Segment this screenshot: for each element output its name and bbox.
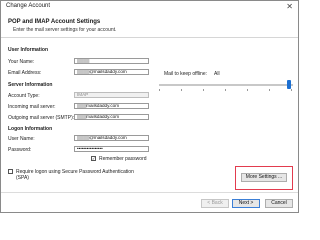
slider-tick (159, 89, 160, 91)
mail-offline-slider-ticks (159, 89, 293, 91)
account-type-value: IMAP (77, 92, 89, 97)
user-name-label: User Name: (8, 136, 35, 142)
remember-password-checkbox[interactable]: ✓ (91, 156, 96, 161)
your-name-label: Your Name: (8, 59, 35, 65)
close-icon[interactable]: ✕ (286, 2, 293, 12)
mail-offline-slider-thumb[interactable] (287, 80, 291, 89)
email-address-label: Email Address: (8, 70, 42, 76)
mail-offline-value: All (214, 71, 220, 77)
dialog-header: POP and IMAP Account Settings Enter the … (1, 15, 298, 38)
user-info-section-title: User Information (8, 47, 49, 53)
email-value-prefix: ████ (77, 69, 90, 74)
footer-divider (1, 192, 298, 193)
window-title: Change Account (6, 3, 51, 9)
logon-info-section-title: Logon Information (8, 126, 53, 132)
header-title: POP and IMAP Account Settings (8, 19, 101, 25)
username-value-prefix: ████ (77, 135, 90, 140)
incoming-server-field[interactable]: ███mailsdaddy.com (74, 103, 149, 109)
next-button[interactable]: Next > (232, 199, 260, 208)
slider-tick (291, 89, 292, 91)
incoming-value-prefix: ███ (77, 103, 87, 108)
account-type-label: Account Type: (8, 93, 40, 99)
your-name-field[interactable]: ████ (74, 58, 149, 64)
check-icon: ✓ (92, 156, 96, 161)
spa-label-line2: (SPA) (16, 175, 29, 181)
spa-checkbox[interactable] (8, 169, 13, 174)
mail-offline-slider-track[interactable] (159, 84, 293, 86)
header-subtitle: Enter the mail server settings for your … (13, 27, 117, 33)
outgoing-value-domain: mailsdaddy.com (86, 114, 120, 119)
mail-offline-label: Mail to keep offline: (164, 71, 207, 77)
slider-tick (203, 89, 204, 91)
slider-tick (225, 89, 226, 91)
title-bar: Change Account ✕ (1, 1, 298, 15)
outgoing-server-label: Outgoing mail server (SMTP): (8, 115, 75, 121)
email-address-field[interactable]: ████@mailsdaddy.com (74, 69, 149, 75)
incoming-server-label: Incoming mail server: (8, 104, 56, 110)
cancel-button[interactable]: Cancel (265, 199, 293, 208)
outgoing-server-field[interactable]: ███mailsdaddy.com (74, 114, 149, 120)
username-value-domain: @mailsdaddy.com (89, 135, 127, 140)
remember-password-label: Remember password (99, 156, 147, 162)
your-name-value: ████ (77, 58, 90, 63)
email-value-domain: @mailsdaddy.com (89, 69, 127, 74)
server-info-section-title: Server Information (8, 82, 53, 88)
password-value: •••••••••••••••• (77, 146, 103, 151)
slider-tick (247, 89, 248, 91)
incoming-value-domain: mailsdaddy.com (86, 103, 120, 108)
back-button[interactable]: < Back (201, 199, 229, 208)
outgoing-value-prefix: ███ (77, 114, 87, 119)
password-label: Password: (8, 147, 32, 153)
slider-tick (269, 89, 270, 91)
more-settings-button[interactable]: More Settings ... (241, 173, 287, 182)
change-account-dialog: Change Account ✕ POP and IMAP Account Se… (0, 0, 299, 213)
user-name-field[interactable]: ████@mailsdaddy.com (74, 135, 149, 141)
slider-tick (181, 89, 182, 91)
password-field[interactable]: •••••••••••••••• (74, 146, 149, 152)
account-type-field: IMAP (74, 92, 149, 98)
spa-label-line1: Require logon using Secure Password Auth… (16, 169, 134, 175)
